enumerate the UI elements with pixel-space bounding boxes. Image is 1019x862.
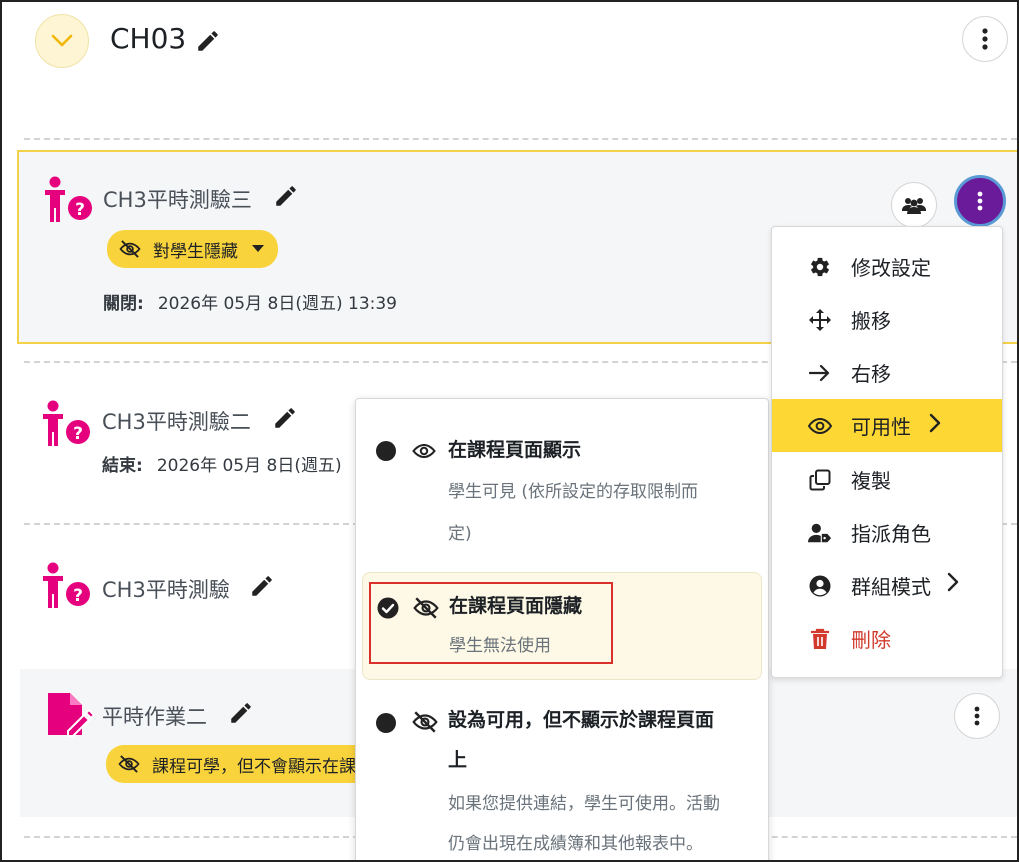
menu-item-label: 可用性	[851, 415, 911, 439]
option-title: 上	[448, 749, 468, 771]
end-date-label: 結束:	[102, 456, 143, 476]
menu-item-move[interactable]: 搬移	[772, 293, 1002, 346]
kebab-icon	[974, 706, 980, 726]
close-date-label: 關閉:	[103, 294, 144, 314]
activity-title[interactable]: 平時作業二	[102, 701, 207, 731]
menu-item-duplicate[interactable]: 複製	[772, 453, 1002, 506]
caret-down-icon	[252, 245, 264, 252]
user-tag-icon	[808, 521, 832, 545]
section-actions-button[interactable]	[962, 16, 1008, 62]
assignment-icon	[48, 693, 96, 737]
visibility-badge-label: 對學生隱藏	[153, 241, 238, 262]
end-date-value: 2026年 05月 8日(週五)	[156, 456, 342, 476]
menu-item-move-right[interactable]: 右移	[772, 346, 1002, 399]
edit-title-icon[interactable]	[249, 573, 275, 599]
trash-icon	[808, 627, 832, 651]
menu-item-group-mode[interactable]: 群組模式	[772, 559, 1002, 612]
divider	[24, 138, 1017, 140]
svg-text:?: ?	[73, 424, 83, 444]
option-description: 學生可見 (依所設定的存取限制而	[448, 482, 699, 502]
quiz-icon: ?	[45, 176, 92, 222]
section-title: CH03	[110, 22, 187, 55]
eye-slash-icon	[118, 755, 140, 773]
collapse-section-button[interactable]	[35, 14, 89, 68]
menu-item-availability[interactable]: 可用性	[772, 399, 1002, 452]
option-title: 在課程頁面顯示	[448, 439, 582, 461]
chevron-right-icon	[929, 413, 941, 433]
chevron-right-icon	[947, 572, 959, 592]
option-title: 設為可用，但不顯示於課程頁面	[448, 709, 715, 731]
edit-title-icon[interactable]	[228, 700, 254, 726]
move-icon	[808, 308, 832, 332]
chevron-down-icon	[51, 34, 73, 47]
menu-item-assign-roles[interactable]: 指派角色	[772, 506, 1002, 559]
copy-icon	[808, 468, 832, 492]
arrow-right-icon	[808, 361, 832, 385]
option-available-not-shown[interactable]: 設為可用，但不顯示於課程頁面 上 如果您提供連結，學生可使用。活動 仍會出現在成…	[356, 699, 768, 860]
quiz-icon: ?	[43, 400, 90, 446]
menu-item-label: 群組模式	[851, 575, 931, 599]
edit-title-icon[interactable]	[273, 183, 299, 209]
menu-item-label: 複製	[851, 469, 891, 493]
group-mode-button[interactable]	[891, 182, 937, 228]
close-date: 關閉: 2026年 05月 8日(週五) 13:39	[103, 289, 397, 314]
activity-title[interactable]: CH3平時測驗二	[102, 406, 251, 436]
option-description: 如果您提供連結，學生可使用。活動	[448, 794, 720, 814]
edit-title-icon[interactable]	[272, 405, 298, 431]
menu-item-label: 搬移	[851, 309, 891, 333]
svg-text:?: ?	[73, 586, 83, 606]
close-date-value: 2026年 05月 8日(週五) 13:39	[157, 294, 397, 314]
menu-item-label: 指派角色	[851, 522, 931, 546]
annotation-highlight-box	[369, 582, 613, 664]
activity-actions-button[interactable]	[954, 693, 1000, 739]
visibility-badge[interactable]: 對學生隱藏	[107, 230, 278, 268]
eye-icon	[808, 414, 832, 438]
edit-section-title-icon[interactable]	[195, 28, 221, 54]
user-circle-icon	[808, 574, 832, 598]
screen-frame: CH03 ? CH3平時測驗三 對學生隱藏 關閉: 2026年 05月 8日(週五…	[0, 0, 1019, 862]
menu-item-label: 修改設定	[851, 256, 931, 280]
eye-icon	[412, 443, 436, 459]
gear-icon	[808, 255, 832, 279]
menu-item-label: 右移	[851, 362, 891, 386]
activity-title[interactable]: CH3平時測驗	[102, 574, 230, 604]
activity-actions-button[interactable]	[954, 175, 1006, 227]
option-description: 定)	[448, 524, 472, 544]
kebab-icon	[982, 28, 988, 50]
radio-unselected	[376, 713, 396, 733]
users-icon	[902, 198, 926, 214]
activity-title[interactable]: CH3平時測驗三	[103, 184, 252, 214]
quiz-icon: ?	[43, 562, 90, 608]
option-show-on-course-page[interactable]: 在課程頁面顯示 學生可見 (依所設定的存取限制而 定)	[356, 419, 768, 555]
section-header: CH03	[2, 2, 1017, 112]
kebab-icon	[977, 191, 983, 211]
option-description: 仍會出現在成績簿和其他報表中。	[448, 834, 703, 854]
menu-item-label: 刪除	[851, 628, 891, 652]
eye-slash-icon	[119, 240, 141, 258]
end-date: 結束: 2026年 05月 8日(週五)	[102, 451, 342, 476]
menu-item-edit-settings[interactable]: 修改設定	[772, 240, 1002, 293]
svg-text:?: ?	[75, 200, 85, 220]
menu-item-delete[interactable]: 刪除	[772, 612, 1002, 665]
radio-unselected	[376, 441, 396, 461]
eye-slash-icon	[412, 711, 438, 733]
visibility-badge-label: 課程可學，但不會顯示在課	[152, 756, 356, 777]
activity-action-menu: 修改設定 搬移 右移 可用性 複製 指派角色 群組模式 刪除	[771, 226, 1003, 678]
